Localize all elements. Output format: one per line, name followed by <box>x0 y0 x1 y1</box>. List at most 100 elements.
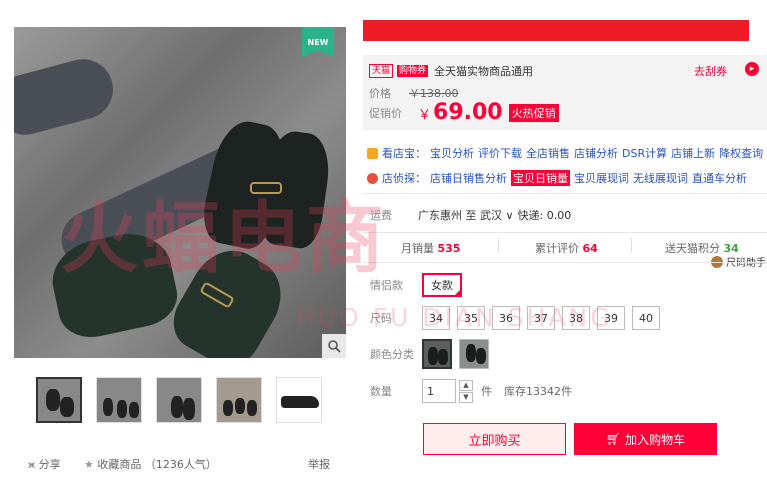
divider <box>363 232 767 233</box>
size-option[interactable]: 38 <box>562 306 590 330</box>
chevron-down-icon: ∨ <box>502 209 514 222</box>
star-icon: ★ <box>84 458 94 471</box>
size-option[interactable]: 40 <box>632 306 660 330</box>
shipping-fee: 快递: 0.00 <box>517 209 572 222</box>
coupon-tag: 购物券 <box>397 65 429 77</box>
popularity-count: （1236人气） <box>144 458 217 471</box>
promo-price-row: 促销价 ￥69.00 火热促销 <box>369 100 559 125</box>
divider <box>631 238 632 252</box>
stock-count: 库存13342件 <box>504 385 572 398</box>
mail-icon <box>367 147 378 159</box>
main-product-image[interactable]: NEW <box>14 27 346 358</box>
dianzhentan-label: 店侦探： <box>382 172 426 185</box>
size-options: 34 35 36 37 38 39 40 <box>422 306 660 330</box>
color-swatch[interactable] <box>422 339 452 369</box>
thumbnail[interactable] <box>36 377 82 423</box>
dianzhentan-toolbar: 店侦探： 店铺日销售分析 宝贝日销量 宝贝展现词 无线展现词 直通车分析 <box>367 170 747 186</box>
shipping-row: 运费 广东惠州 至 武汉 ∨ 快递: 0.00 <box>370 207 571 223</box>
share-icon: ⪤ <box>28 458 36 471</box>
buy-now-button[interactable]: 立即购买 <box>423 423 566 455</box>
thumbnail[interactable] <box>216 377 262 423</box>
coupon-text: 全天猫实物商品通用 <box>434 65 534 78</box>
size-option[interactable]: 39 <box>597 306 625 330</box>
original-price: ￥138.00 <box>409 87 459 100</box>
original-price-label: 价格 <box>369 87 391 100</box>
magnifier-icon[interactable] <box>322 334 346 358</box>
quantity-unit: 件 <box>481 385 492 398</box>
cart-icon: 🛒︎ <box>605 432 622 446</box>
quantity-stepper: ▲ ▼ <box>459 379 473 403</box>
review-count[interactable]: 累计评价 64 <box>535 240 598 256</box>
add-to-cart-button[interactable]: 🛒︎ 加入购物车 <box>574 423 717 455</box>
new-badge: NEW <box>302 27 334 57</box>
image-leg-shape <box>14 52 120 142</box>
kandianbao-toolbar: 看店宝： 宝贝分析 评价下载 全店销售 店铺分析 DSR计算 店铺上新 降权查询 <box>367 145 763 161</box>
add-to-cart-label: 加入购物车 <box>625 432 686 447</box>
promo-tag: 火热促销 <box>508 103 559 122</box>
detective-icon <box>367 172 378 184</box>
style-row: 情侣款 女款 <box>370 273 462 297</box>
product-title-bar <box>363 20 749 41</box>
color-row: 颜色分类 <box>370 339 489 369</box>
quantity-input[interactable]: 1 <box>422 379 456 403</box>
share-button[interactable]: ⪤ 分享 <box>28 456 61 472</box>
review-count-value: 64 <box>582 242 598 255</box>
favorite-label: 收藏商品 <box>97 458 142 471</box>
kandianbao-link[interactable]: DSR计算 <box>622 145 667 161</box>
thumbnail-strip <box>36 377 322 423</box>
increase-button[interactable]: ▲ <box>459 379 473 391</box>
coupon-row: 天猫 购物券 全天猫实物商品通用 <box>369 63 533 79</box>
color-options <box>422 339 489 369</box>
tmall-tag: 天猫 <box>369 64 394 78</box>
dianzhentan-link[interactable]: 无线展现词 <box>633 170 688 186</box>
review-count-label: 累计评价 <box>535 242 579 255</box>
price-box: 天猫 购物券 全天猫实物商品通用 去刮券 ▸ 价格 ￥138.00 促销价 ￥6… <box>363 55 767 130</box>
shipping-route-select[interactable]: 广东惠州 至 武汉 ∨ <box>418 207 514 223</box>
kandianbao-link[interactable]: 店铺上新 <box>671 145 715 161</box>
monthly-sales-label: 月销量 <box>401 242 434 255</box>
color-swatch[interactable] <box>459 339 489 369</box>
promo-price-label: 促销价 <box>369 106 402 120</box>
thumbnail[interactable] <box>156 377 202 423</box>
thumbnail[interactable] <box>276 377 322 423</box>
quantity-label: 数量 <box>370 385 392 398</box>
size-option[interactable]: 37 <box>527 306 555 330</box>
shipping-label: 运费 <box>370 209 392 222</box>
dianzhentan-link[interactable]: 宝贝日销量 <box>511 170 570 186</box>
size-option[interactable]: 34 <box>422 306 450 330</box>
thumbnail[interactable] <box>96 377 142 423</box>
report-link[interactable]: 举报 <box>308 456 330 472</box>
dianzhentan-link[interactable]: 店铺日销售分析 <box>430 170 507 186</box>
kandianbao-link[interactable]: 降权查询 <box>719 145 763 161</box>
dianzhentan-link[interactable]: 直通车分析 <box>692 170 747 186</box>
style-label: 情侣款 <box>370 279 403 292</box>
style-option[interactable]: 女款 <box>422 273 462 297</box>
size-option[interactable]: 35 <box>457 306 485 330</box>
share-label: 分享 <box>38 458 61 471</box>
divider <box>363 193 767 194</box>
kandianbao-link[interactable]: 店铺分析 <box>574 145 618 161</box>
divider <box>363 262 767 263</box>
favorite-button[interactable]: ★ 收藏商品 （1236人气） <box>84 456 217 472</box>
stats-row: 月销量 535 累计评价 64 送天猫积分 34 <box>363 236 767 256</box>
divider <box>498 238 499 252</box>
monthly-sales-value: 535 <box>437 242 461 255</box>
promo-price: ￥69.00 <box>418 100 503 125</box>
arrow-right-icon[interactable]: ▸ <box>745 62 759 76</box>
size-row: 尺码 34 35 36 37 38 39 40 <box>370 306 660 330</box>
kandianbao-link[interactable]: 评价下载 <box>478 145 522 161</box>
image-buckle-shape <box>250 182 282 194</box>
shipping-route: 广东惠州 至 武汉 <box>418 209 502 222</box>
kandianbao-link[interactable]: 宝贝分析 <box>430 145 474 161</box>
currency-symbol: ￥ <box>418 108 432 123</box>
kandianbao-label: 看店宝： <box>382 147 426 160</box>
original-price-row: 价格 ￥138.00 <box>369 85 459 101</box>
color-label: 颜色分类 <box>370 348 414 361</box>
get-coupon-link[interactable]: 去刮券 <box>694 63 727 79</box>
promo-price-value: 69.00 <box>433 100 503 125</box>
size-option[interactable]: 36 <box>492 306 520 330</box>
kandianbao-link[interactable]: 全店销售 <box>526 145 570 161</box>
dianzhentan-link[interactable]: 宝贝展现词 <box>574 170 629 186</box>
decrease-button[interactable]: ▼ <box>459 391 473 403</box>
size-label: 尺码 <box>370 312 392 325</box>
